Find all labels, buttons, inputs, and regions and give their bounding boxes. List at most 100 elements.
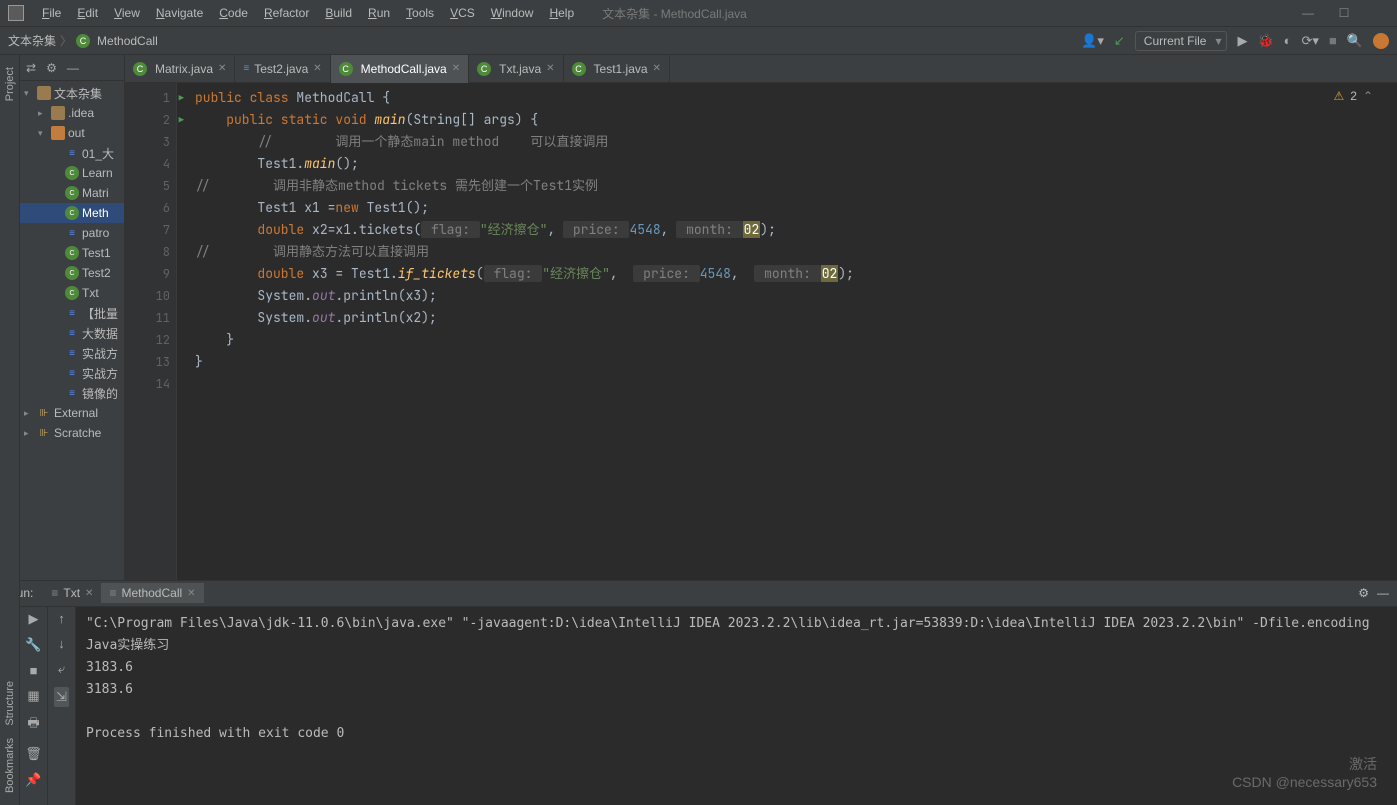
pin-icon[interactable]: 📌 [25,772,41,788]
left-toolstrip: Project [0,55,20,580]
editor-tab[interactable]: CMethodCall.java✕ [331,55,469,83]
menu-window[interactable]: Window [483,3,542,23]
tree-item[interactable]: ≡实战方 [20,343,124,363]
stop-icon[interactable]: ■ [1329,33,1337,48]
wrench-icon[interactable]: 🔧 [25,637,41,653]
line-number: 10 [125,285,170,307]
menu-code[interactable]: Code [211,3,256,23]
tree-item[interactable]: ▸.idea [20,103,124,123]
tree-item[interactable]: ≡【批量 [20,303,124,323]
minimize-icon[interactable]: — [1299,6,1317,20]
bookmarks-toolwindow-button[interactable]: Bookmarks [4,738,16,793]
tree-item[interactable]: ▸⊪Scratche [20,423,124,443]
menu-edit[interactable]: Edit [69,3,106,23]
gutter: 1▶2▶34567891011121314 [125,83,177,580]
breadcrumb-root[interactable]: 文本杂集 [8,32,56,49]
menu-vcs[interactable]: VCS [442,3,483,23]
gear-icon[interactable]: ⚙ [46,61,57,75]
scroll-end-icon[interactable]: ⇲ [54,687,69,707]
run-gear-icon[interactable]: ⚙ [1358,586,1369,600]
editor-tab[interactable]: CMatrix.java✕ [125,55,235,83]
left-bottom-strip: Structure Bookmarks [0,580,20,805]
tree-item[interactable]: ≡镜像的 [20,383,124,403]
menubar: FileEditViewNavigateCodeRefactorBuildRun… [0,0,1397,27]
layout-icon[interactable]: ▦ [27,688,39,704]
update-icon[interactable]: ↙ [1114,33,1125,49]
console-output[interactable]: "C:\Program Files\Java\jdk-11.0.6\bin\ja… [76,607,1397,805]
breadcrumb-file[interactable]: MethodCall [97,34,158,48]
run-config-selector[interactable]: Current File [1135,31,1228,51]
tree-item[interactable]: ≡01_大 [20,143,124,163]
menu-navigate[interactable]: Navigate [148,3,211,23]
menu-file[interactable]: File [34,3,69,23]
tree-item[interactable]: ≡实战方 [20,363,124,383]
tree-item[interactable]: ▾out [20,123,124,143]
collapse-icon[interactable]: — [67,61,79,75]
editor-body: 1▶2▶34567891011121314 public class Metho… [125,83,1397,580]
close-tab-icon[interactable]: ✕ [546,63,554,74]
rerun-icon[interactable]: ▶ [29,611,39,627]
menu-refactor[interactable]: Refactor [256,3,317,23]
search-icon[interactable]: 🔍 [1347,33,1363,49]
run-body: ▶ 🔧 ■ ▦ 🖶 🗑 📌 ↑ ↓ ⤶ ⇲ "C:\Program Files\… [0,607,1397,805]
up-icon[interactable]: ↑ [58,611,65,626]
line-number: 9 [125,263,170,285]
menu-tools[interactable]: Tools [398,3,442,23]
inspection-widget[interactable]: ⚠ 2 ⌃ [1333,89,1373,103]
close-tab-icon[interactable]: ✕ [653,63,661,74]
main-area: Project ⇄ ⚙ — ▾文本杂集▸.idea▾out≡01_大CLearn… [0,55,1397,580]
editor-tabbar: CMatrix.java✕≡Test2.java✕CMethodCall.jav… [125,55,1397,83]
chevron-up-icon[interactable]: ⌃ [1363,89,1373,103]
close-tab-icon[interactable]: ✕ [452,63,460,74]
warning-icon: ⚠ [1333,89,1344,103]
menu-view[interactable]: View [106,3,148,23]
menu-run[interactable]: Run [360,3,398,23]
stop-run-icon[interactable]: ■ [30,663,38,678]
tree-item[interactable]: ≡patro [20,223,124,243]
avatar[interactable] [1373,33,1389,49]
editor-tab[interactable]: CTxt.java✕ [469,55,563,83]
warning-count: 2 [1350,89,1357,103]
run-panel: Run: ≡Txt✕≡MethodCall✕ ⚙ — ▶ 🔧 ■ ▦ 🖶 🗑 📌… [0,580,1397,805]
structure-toolwindow-button[interactable]: Structure [4,681,16,726]
line-number: 5 [125,175,170,197]
editor-tab[interactable]: CTest1.java✕ [564,55,670,83]
line-number: 2▶ [125,109,170,131]
run-tab[interactable]: ≡MethodCall✕ [101,583,203,603]
tree-item[interactable]: CTest2 [20,263,124,283]
delete-icon[interactable]: 🗑 [25,746,42,762]
run-tab[interactable]: ≡Txt✕ [43,583,101,603]
softwrap-icon[interactable]: ⤶ [58,661,65,677]
tree-item[interactable]: CMatri [20,183,124,203]
run-hide-icon[interactable]: — [1377,586,1389,600]
project-tree[interactable]: ▾文本杂集▸.idea▾out≡01_大CLearnCMatriCMeth≡pa… [20,81,124,445]
run-gutter-icon[interactable]: ▶ [179,109,184,131]
close-tab-icon[interactable]: ✕ [218,63,226,74]
menu-build[interactable]: Build [317,3,360,23]
debug-icon[interactable]: 🐞 [1257,33,1273,49]
select-target-icon[interactable]: ⇄ [26,61,36,75]
project-toolwindow-button[interactable]: Project [4,67,16,101]
close-tab-icon[interactable]: ✕ [313,63,321,74]
print-icon[interactable]: 🖶 [27,714,39,736]
tree-item[interactable]: CLearn [20,163,124,183]
tree-item[interactable]: CTest1 [20,243,124,263]
tree-item[interactable]: ▾文本杂集 [20,83,124,103]
close-icon[interactable] [1371,6,1389,20]
coverage-icon[interactable]: ◐ [1284,33,1292,48]
code-editor[interactable]: public class MethodCall { public static … [177,83,1397,580]
tree-item[interactable]: ▸⊪External [20,403,124,423]
tree-item[interactable]: ≡大数据 [20,323,124,343]
user-dropdown-icon[interactable]: 👤▾ [1081,33,1104,49]
run-icon[interactable]: ▶ [1237,33,1247,49]
maximize-icon[interactable]: ☐ [1335,6,1353,20]
tree-item[interactable]: CMeth [20,203,124,223]
down-icon[interactable]: ↓ [58,636,65,651]
menu-help[interactable]: Help [541,3,582,23]
profile-icon[interactable]: ⟳▾ [1302,33,1319,49]
line-number: 3 [125,131,170,153]
tree-item[interactable]: CTxt [20,283,124,303]
editor-tab[interactable]: ≡Test2.java✕ [235,55,330,83]
project-panel: ⇄ ⚙ — ▾文本杂集▸.idea▾out≡01_大CLearnCMatriCM… [20,55,125,580]
run-gutter-icon[interactable]: ▶ [179,87,184,109]
